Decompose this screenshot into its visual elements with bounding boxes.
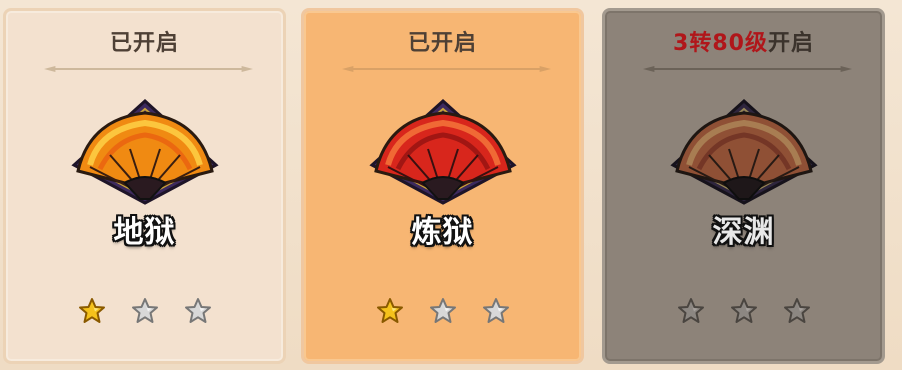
header-divider — [643, 65, 852, 73]
star-filled-icon — [376, 297, 404, 325]
card-status-text: 已开启 — [6, 25, 283, 57]
red-folding-fan-icon — [368, 99, 518, 209]
star-empty-icon — [783, 297, 811, 325]
star-rating — [304, 297, 581, 325]
card-status-text: 已开启 — [304, 25, 581, 57]
star-empty-icon — [184, 297, 212, 325]
status-label: 已开启 — [109, 31, 179, 56]
star-rating — [6, 297, 283, 325]
difficulty-card-hell[interactable]: 已开启 地狱 — [3, 8, 286, 364]
unlock-requirement: 3转80级 — [673, 31, 768, 56]
star-empty-icon — [677, 297, 705, 325]
mode-name: 炼狱 — [411, 215, 474, 250]
mode-name: 深渊 — [712, 215, 775, 250]
star-empty-icon — [131, 297, 159, 325]
mode-name: 地狱 — [113, 215, 176, 250]
star-rating — [605, 297, 882, 325]
header-divider — [342, 65, 551, 73]
dim-folding-fan-icon — [669, 99, 819, 209]
star-empty-icon — [730, 297, 758, 325]
difficulty-card-purgatory[interactable]: 已开启 炼狱 — [301, 8, 584, 364]
star-empty-icon — [482, 297, 510, 325]
difficulty-select-panel: 已开启 地狱 已开启 炼狱 3转80级开启 深渊 — [0, 0, 902, 370]
difficulty-card-abyss[interactable]: 3转80级开启 深渊 — [602, 8, 885, 364]
orange-folding-fan-icon — [70, 99, 220, 209]
header-divider — [44, 65, 253, 73]
star-filled-icon — [78, 297, 106, 325]
status-label: 已开启 — [407, 31, 477, 56]
star-empty-icon — [429, 297, 457, 325]
card-status-text: 3转80级开启 — [605, 25, 882, 57]
status-label: 开启 — [767, 31, 814, 56]
